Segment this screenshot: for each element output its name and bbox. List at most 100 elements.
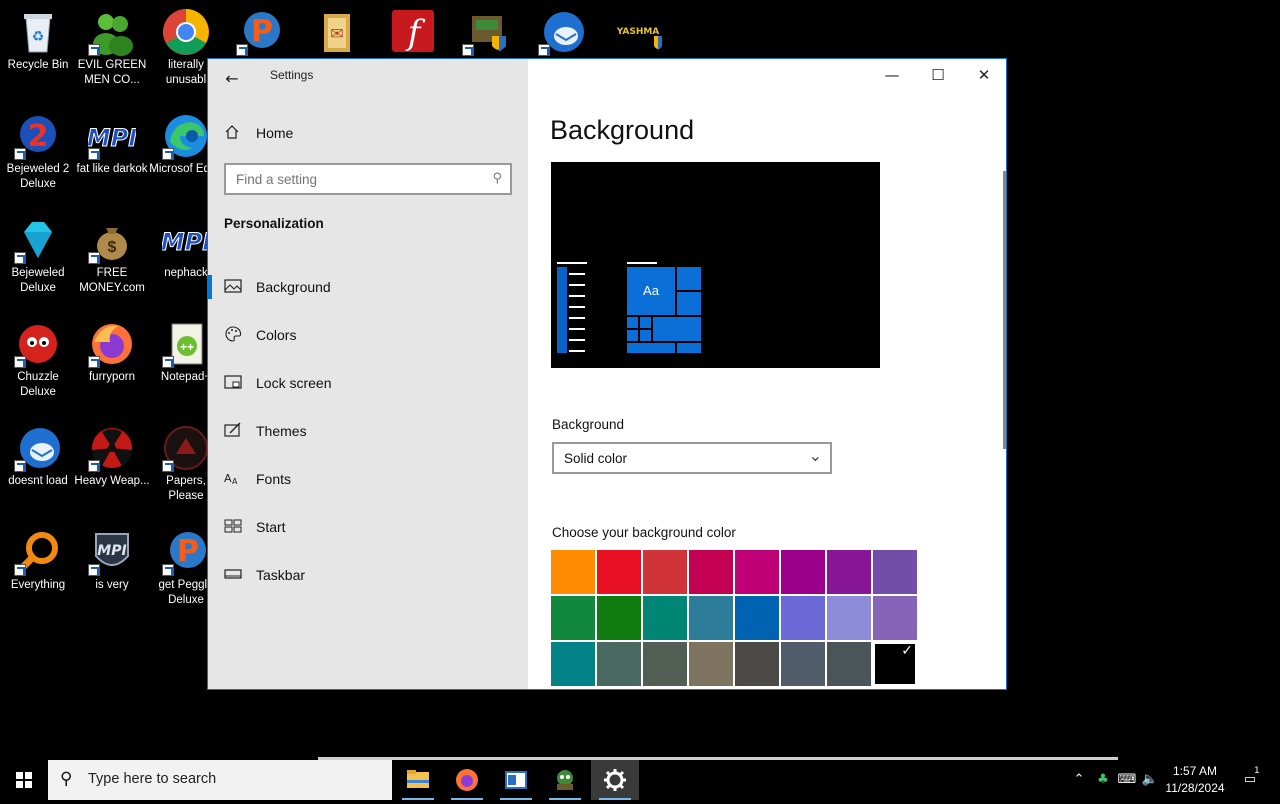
taskbar-firefox[interactable]: [443, 760, 491, 800]
nav-item-label: Background: [256, 279, 331, 295]
mpi-icon: MPI: [86, 112, 138, 160]
desktop-icon-furryporn[interactable]: furryporn: [74, 320, 150, 385]
nav-item-background[interactable]: Background: [208, 263, 528, 311]
desktop-icon-thunderbird-top[interactable]: [524, 8, 600, 58]
background-dropdown[interactable]: Solid color ⌄: [552, 442, 832, 474]
notepad-plus-icon: ++: [162, 320, 210, 368]
color-swatch[interactable]: [735, 642, 779, 686]
fonts-icon: AA: [224, 470, 242, 488]
folder-app-icon: ✉: [312, 8, 360, 56]
back-button[interactable]: ←: [220, 67, 244, 91]
color-swatch[interactable]: [643, 550, 687, 594]
clock-time: 1:57 AM: [1172, 764, 1218, 778]
network-icon[interactable]: ⌨: [1116, 760, 1138, 800]
find-setting-search[interactable]: ⚲: [224, 163, 512, 195]
volume-icon[interactable]: 🔈: [1140, 760, 1160, 800]
color-swatch[interactable]: [781, 596, 825, 640]
color-swatch[interactable]: [643, 642, 687, 686]
clock[interactable]: 1:57 AM 11/28/2024: [1160, 763, 1230, 797]
desktop-icon-recycle-bin[interactable]: ♻ Recycle Bin: [0, 8, 76, 73]
color-swatch[interactable]: [689, 596, 733, 640]
color-swatch[interactable]: [689, 642, 733, 686]
minimize-button[interactable]: —: [869, 59, 915, 91]
color-swatch[interactable]: [781, 550, 825, 594]
chuzzle-icon: [14, 320, 62, 368]
color-swatch[interactable]: [735, 550, 779, 594]
desktop-icon-chuzzle[interactable]: Chuzzle Deluxe: [0, 320, 76, 400]
find-setting-input[interactable]: [226, 165, 476, 193]
color-swatch[interactable]: [827, 550, 871, 594]
desktop-icon-yashma[interactable]: YASHMA: [600, 8, 676, 58]
desktop-icon-evil-green-men[interactable]: EVIL GREEN MEN CO...: [74, 8, 150, 88]
preview-line: [569, 273, 585, 275]
color-swatch[interactable]: [873, 550, 917, 594]
color-swatch[interactable]: [597, 642, 641, 686]
color-swatch[interactable]: ✓: [873, 642, 917, 686]
maximize-button[interactable]: ☐: [915, 59, 961, 91]
desktop-icon-bejeweled2[interactable]: 2 Bejeweled 2 Deluxe: [0, 112, 76, 192]
taskbar: ⚲ Type here to search ⌃ ♣ ⌨ 🔈 1:57 AM 11…: [0, 760, 1280, 800]
taskbar-settings[interactable]: [591, 760, 639, 800]
color-swatch[interactable]: [643, 596, 687, 640]
desktop-icon-everything[interactable]: Everything: [0, 528, 76, 593]
nav-item-colors[interactable]: Colors: [208, 311, 528, 359]
desktop-icon-peggle-top[interactable]: P: [222, 8, 298, 58]
background-label: Background: [552, 417, 625, 432]
taskbar-icon: [224, 566, 242, 584]
color-swatch[interactable]: [597, 550, 641, 594]
notification-center-button[interactable]: ▭ 1: [1236, 760, 1264, 800]
desktop-icon-fat-like-darkok[interactable]: MPI fat like darkok: [74, 112, 150, 177]
svg-text:2: 2: [28, 119, 49, 154]
color-swatch[interactable]: [781, 642, 825, 686]
desktop-icon-bejeweled[interactable]: Bejeweled Deluxe: [0, 216, 76, 296]
preview-tiles: Aa: [627, 267, 701, 353]
taskbar-game[interactable]: [541, 760, 589, 800]
color-swatch[interactable]: [551, 550, 595, 594]
window-title: Settings: [270, 68, 314, 82]
desktop-icon-flash[interactable]: f: [374, 8, 450, 58]
color-swatch[interactable]: [551, 642, 595, 686]
show-hidden-icons-chevron-up-icon[interactable]: ⌃: [1068, 760, 1090, 800]
desktop-icon-is-very[interactable]: MPI is very: [74, 528, 150, 593]
svg-text:MPI: MPI: [97, 543, 126, 559]
preview-line: [569, 328, 585, 330]
color-swatch[interactable]: [827, 596, 871, 640]
nav-home[interactable]: Home: [224, 121, 293, 145]
preview-line: [569, 339, 585, 341]
shortcut-arrow-icon: [538, 44, 550, 56]
color-swatch[interactable]: [597, 596, 641, 640]
desktop-icon-folder-app[interactable]: ✉: [298, 8, 374, 58]
shortcut-arrow-icon: [162, 460, 174, 472]
firefox-icon: [88, 320, 136, 368]
nav-item-fonts[interactable]: AA Fonts: [208, 455, 528, 503]
nav-item-themes[interactable]: Themes: [208, 407, 528, 455]
nav-item-label: Themes: [256, 423, 307, 439]
shortcut-arrow-icon: [88, 564, 100, 576]
preview-tile: [627, 343, 675, 353]
chevron-down-icon: ⌄: [808, 446, 822, 465]
preview-line: [557, 262, 587, 264]
taskbar-file-explorer[interactable]: [394, 760, 442, 800]
color-swatch[interactable]: [735, 596, 779, 640]
tray-app-icon[interactable]: ♣: [1092, 760, 1114, 800]
scrollbar[interactable]: [1003, 171, 1006, 449]
close-button[interactable]: ✕: [961, 59, 1006, 91]
desktop-icon-game-shield[interactable]: [448, 8, 524, 58]
start-button[interactable]: [0, 760, 48, 800]
shortcut-arrow-icon: [14, 148, 26, 160]
desktop-icon-free-money[interactable]: $ FREE MONEY.com: [74, 216, 150, 296]
taskbar-wordpad[interactable]: [492, 760, 540, 800]
palette-icon: [224, 326, 242, 344]
background-dropdown-value: Solid color: [564, 451, 628, 466]
nav-item-taskbar[interactable]: Taskbar: [208, 551, 528, 599]
desktop-icon-heavy-weapon[interactable]: Heavy Weap...: [74, 424, 150, 489]
desktop-icon-doesnt-load[interactable]: doesnt load: [0, 424, 76, 489]
color-swatch[interactable]: [689, 550, 733, 594]
messenger-people-icon: [88, 8, 136, 56]
nav-item-start[interactable]: Start: [208, 503, 528, 551]
color-swatch[interactable]: [551, 596, 595, 640]
nav-item-lock-screen[interactable]: Lock screen: [208, 359, 528, 407]
color-swatch[interactable]: [873, 596, 917, 640]
taskbar-search-box[interactable]: ⚲ Type here to search: [48, 760, 392, 800]
color-swatch[interactable]: [827, 642, 871, 686]
